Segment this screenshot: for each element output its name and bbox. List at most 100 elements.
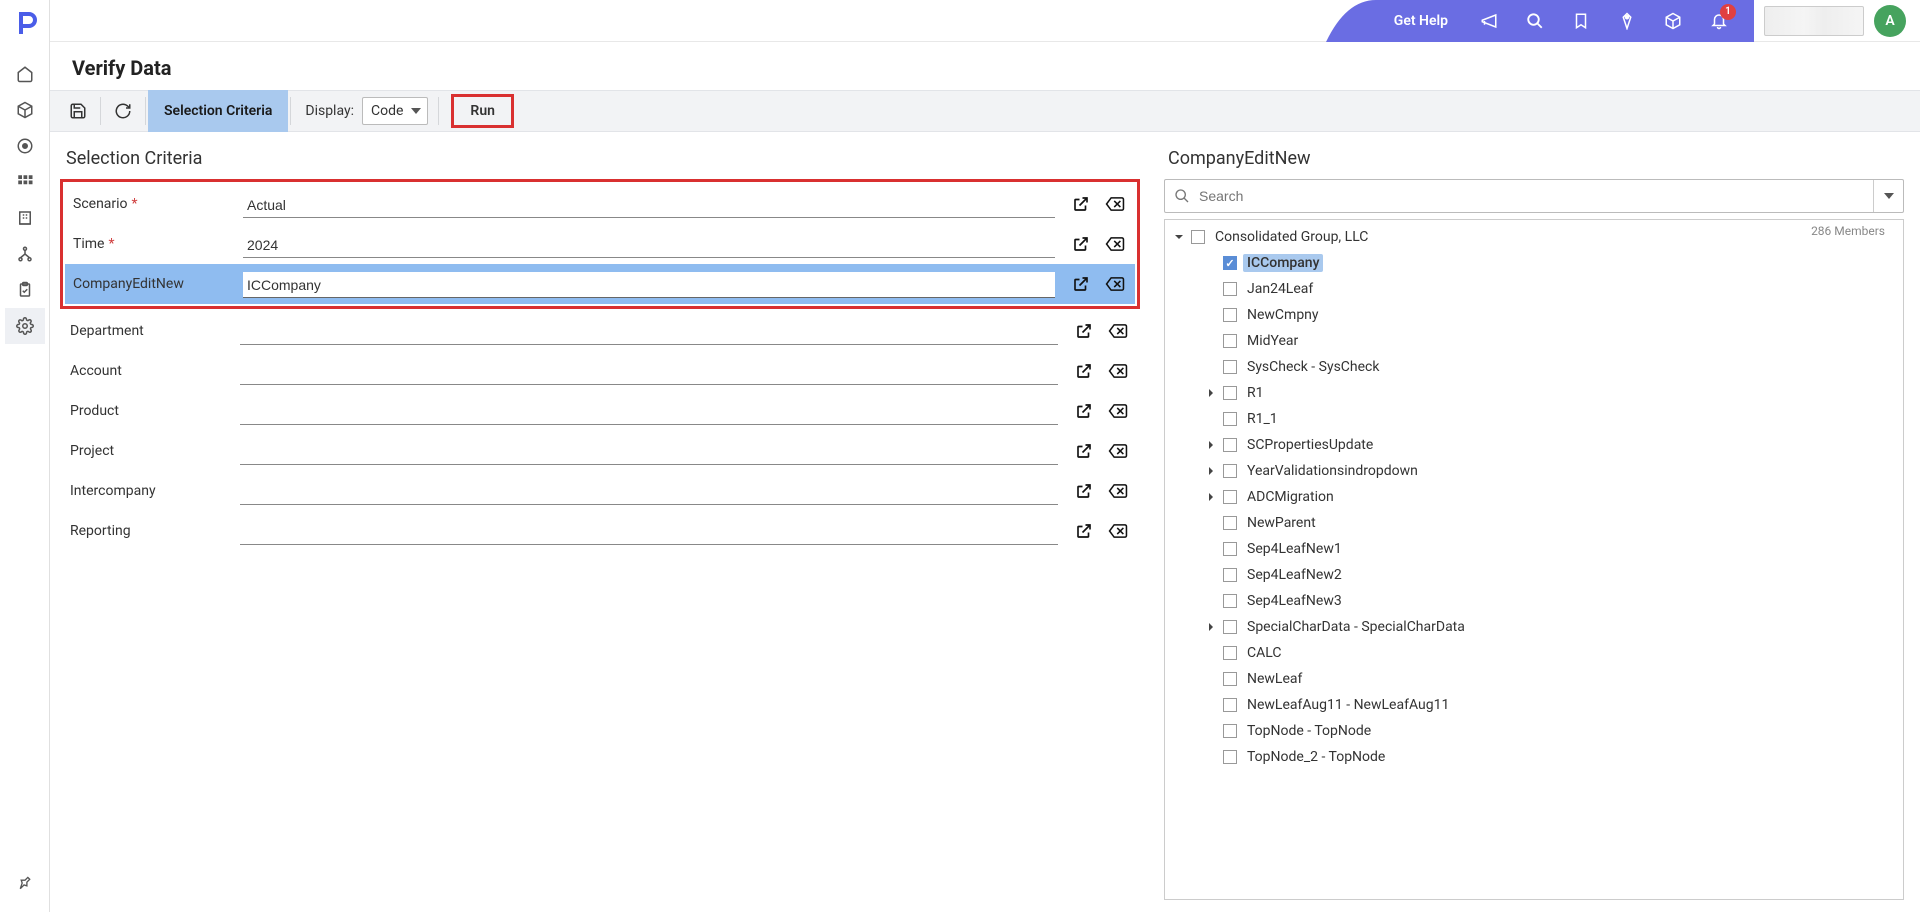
search-dropdown-icon[interactable] [1873, 180, 1903, 212]
criteria-row[interactable]: Reporting [62, 511, 1138, 551]
nav-clipboard-icon[interactable] [5, 272, 45, 308]
tree-checkbox[interactable] [1223, 412, 1237, 426]
tree-node[interactable]: TopNode - TopNode [1165, 718, 1903, 744]
tree-node[interactable]: CALC [1165, 640, 1903, 666]
selection-criteria-tab[interactable]: Selection Criteria [148, 90, 288, 132]
refresh-icon[interactable] [103, 95, 143, 127]
tree-node[interactable]: Consolidated Group, LLC [1165, 224, 1903, 250]
open-external-icon[interactable] [1074, 441, 1094, 461]
tree-node[interactable]: Jan24Leaf [1165, 276, 1903, 302]
nav-home-icon[interactable] [5, 56, 45, 92]
tree-node[interactable]: SCPropertiesUpdate [1165, 432, 1903, 458]
tree-node[interactable]: NewLeaf [1165, 666, 1903, 692]
criteria-input[interactable] [240, 479, 1058, 505]
tree-node[interactable]: TopNode_2 - TopNode [1165, 744, 1903, 770]
tree-checkbox[interactable] [1223, 438, 1237, 452]
criteria-input[interactable] [240, 399, 1058, 425]
open-external-icon[interactable] [1074, 521, 1094, 541]
clear-icon[interactable] [1108, 521, 1128, 541]
tree-checkbox[interactable] [1223, 724, 1237, 738]
nav-building-icon[interactable] [5, 200, 45, 236]
bell-icon[interactable]: 1 [1696, 0, 1742, 42]
tree-node[interactable]: SpecialCharData - SpecialCharData [1165, 614, 1903, 640]
criteria-row[interactable]: Account [62, 351, 1138, 391]
tree-node[interactable]: SysCheck - SysCheck [1165, 354, 1903, 380]
clear-icon[interactable] [1108, 321, 1128, 341]
open-external-icon[interactable] [1074, 321, 1094, 341]
open-external-icon[interactable] [1071, 194, 1091, 214]
tree-node[interactable]: ADCMigration [1165, 484, 1903, 510]
open-external-icon[interactable] [1071, 234, 1091, 254]
tree-node[interactable]: Sep4LeafNew2 [1165, 562, 1903, 588]
open-external-icon[interactable] [1074, 481, 1094, 501]
criteria-input[interactable] [243, 192, 1055, 218]
clear-icon[interactable] [1108, 401, 1128, 421]
tree-node[interactable]: MidYear [1165, 328, 1903, 354]
criteria-row[interactable]: CompanyEditNew [65, 264, 1135, 304]
tree-checkbox[interactable] [1223, 594, 1237, 608]
expand-icon[interactable] [1203, 619, 1219, 635]
tree-checkbox[interactable] [1223, 646, 1237, 660]
tree-checkbox[interactable] [1191, 230, 1205, 244]
tree-checkbox[interactable] [1223, 282, 1237, 296]
tree-node[interactable]: NewCmpny [1165, 302, 1903, 328]
avatar[interactable]: A [1874, 5, 1906, 37]
criteria-row[interactable]: Department [62, 311, 1138, 351]
pin-icon[interactable] [5, 866, 45, 902]
tree-checkbox[interactable] [1223, 750, 1237, 764]
expand-icon[interactable] [1203, 385, 1219, 401]
open-external-icon[interactable] [1074, 361, 1094, 381]
tree-node[interactable]: NewLeafAug11 - NewLeafAug11 [1165, 692, 1903, 718]
clear-icon[interactable] [1105, 274, 1125, 294]
display-select[interactable]: Code [362, 97, 428, 125]
criteria-input[interactable] [240, 519, 1058, 545]
nav-grid-icon[interactable] [5, 164, 45, 200]
tree-node[interactable]: Sep4LeafNew1 [1165, 536, 1903, 562]
expand-icon[interactable] [1203, 463, 1219, 479]
nav-target-icon[interactable] [5, 128, 45, 164]
nav-cube-icon[interactable] [5, 92, 45, 128]
tree-checkbox[interactable] [1223, 542, 1237, 556]
tree-node[interactable]: YearValidationsindropdown [1165, 458, 1903, 484]
clear-icon[interactable] [1108, 441, 1128, 461]
save-icon[interactable] [58, 95, 98, 127]
open-external-icon[interactable] [1071, 274, 1091, 294]
preview-thumbnail[interactable] [1764, 6, 1864, 36]
tree-node[interactable]: Sep4LeafNew3 [1165, 588, 1903, 614]
open-external-icon[interactable] [1074, 401, 1094, 421]
tree-node[interactable]: NewParent [1165, 510, 1903, 536]
diamond-icon[interactable] [1604, 0, 1650, 42]
tree-checkbox[interactable] [1223, 490, 1237, 504]
tree-checkbox[interactable] [1223, 334, 1237, 348]
criteria-row[interactable]: Project [62, 431, 1138, 471]
expand-icon[interactable] [1203, 489, 1219, 505]
nav-hierarchy-icon[interactable] [5, 236, 45, 272]
tree-search-input[interactable] [1199, 180, 1873, 212]
search-icon[interactable] [1512, 0, 1558, 42]
clear-icon[interactable] [1108, 361, 1128, 381]
clear-icon[interactable] [1105, 194, 1125, 214]
criteria-input[interactable] [243, 232, 1055, 258]
tree-checkbox[interactable] [1223, 698, 1237, 712]
tree-checkbox[interactable] [1223, 464, 1237, 478]
criteria-input[interactable] [240, 359, 1058, 385]
criteria-row[interactable]: Product [62, 391, 1138, 431]
collapse-icon[interactable] [1171, 229, 1187, 245]
expand-icon[interactable] [1203, 437, 1219, 453]
criteria-row[interactable]: Scenario* [65, 184, 1135, 224]
tree-node[interactable]: R1_1 [1165, 406, 1903, 432]
tree-node[interactable]: R1 [1165, 380, 1903, 406]
criteria-input[interactable] [240, 319, 1058, 345]
criteria-input[interactable] [243, 272, 1055, 298]
tree-checkbox[interactable] [1223, 386, 1237, 400]
app-logo[interactable] [11, 8, 39, 36]
clear-icon[interactable] [1108, 481, 1128, 501]
criteria-row[interactable]: Intercompany [62, 471, 1138, 511]
tree-checkbox[interactable] [1223, 256, 1237, 270]
criteria-input[interactable] [240, 439, 1058, 465]
clear-icon[interactable] [1105, 234, 1125, 254]
tree-checkbox[interactable] [1223, 568, 1237, 582]
get-help-button[interactable]: Get Help [1376, 13, 1466, 29]
tree-checkbox[interactable] [1223, 360, 1237, 374]
package-icon[interactable] [1650, 0, 1696, 42]
